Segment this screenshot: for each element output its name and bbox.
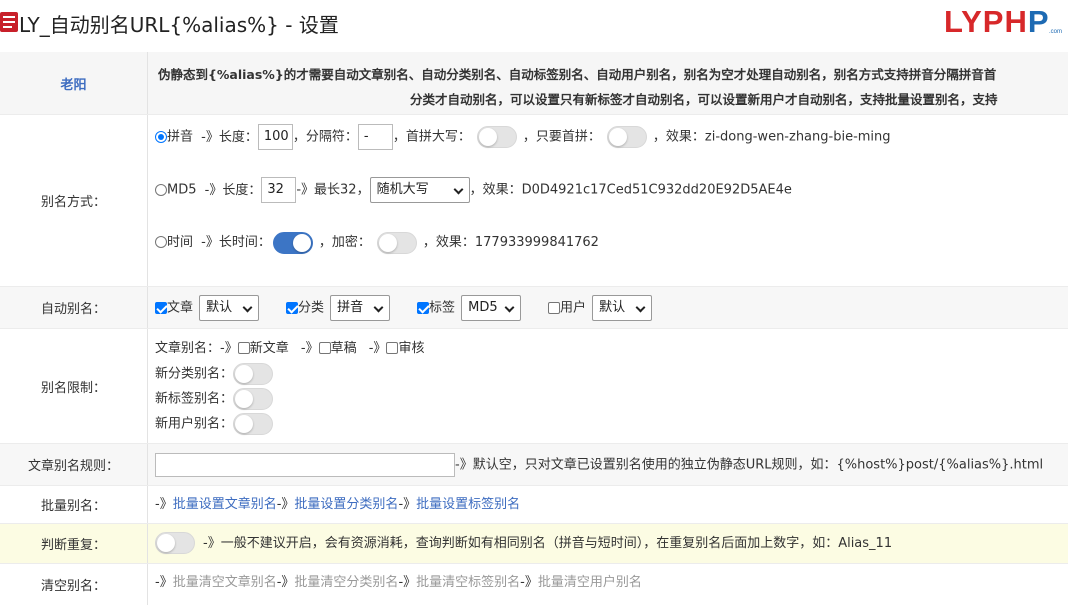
clear-category-link[interactable]: 批量清空分类别名 [294, 575, 398, 590]
alias-rule-label: 文章别名规则： [0, 444, 148, 485]
user-checkbox[interactable] [548, 301, 560, 314]
review-checkbox[interactable] [386, 342, 399, 354]
user-mode-select[interactable]: 默认 [592, 295, 653, 321]
article-limit: 文章别名：-》 新文章 -》 草稿 -》 审核 [155, 341, 425, 356]
alias-rule-row: 文章别名规则： -》默认空，只对文章已设置别名使用的独立伪静态URL规则，如：{… [0, 444, 1068, 486]
pinyin-option: 拼音 -》长度： 100 ，分隔符： - ，首拼大写： ，只要首拼： ，效果：zi-dong… [155, 124, 891, 151]
alias-mode-row: 别名方式： 拼音 -》长度： 100 ，分隔符： - ，首拼大写： ，只要首拼： ，效果：z… [0, 115, 1068, 287]
time-effect: 177933999841762 [474, 235, 599, 250]
category-checkbox[interactable] [286, 301, 298, 314]
md5-label: MD5 [167, 182, 197, 198]
pinyin-label: 拼音 [167, 129, 194, 145]
md5-option: MD5 -》长度： 32 -》最长32， 随机大写 ，效果：D0D4921c17Ced5… [155, 177, 792, 204]
description-line-1: 伪静态到{%alias%}的才需要自动文章别名、自动分类别名、自动标签别名、自动… [158, 67, 997, 82]
duplicate-check-toggle[interactable] [155, 532, 195, 554]
alias-rule-input[interactable] [155, 453, 455, 477]
tag-checkbox[interactable] [417, 301, 429, 314]
article-mode-select[interactable]: 默认 [199, 295, 260, 321]
draft-checkbox[interactable] [318, 342, 331, 354]
auto-alias-label: 自动别名： [0, 287, 148, 328]
pinyin-effect: zi-dong-wen-zhang-bie-ming [704, 129, 891, 145]
auto-alias-article: 文章 默认 [155, 295, 260, 322]
new-tag-limit: 新标签别名： [155, 388, 274, 411]
time-radio[interactable] [155, 236, 167, 248]
batch-alias-row: 批量别名： -》批量设置文章别名-》批量设置分类别名-》批量设置标签别名 [0, 486, 1068, 524]
plugin-description-row: 老阳 伪静态到{%alias%}的才需要自动文章别名、自动分类别名、自动标签别名… [0, 52, 1068, 115]
auto-alias-tag: 标签 MD5 [417, 295, 522, 322]
md5-effect: D0D4921c17Ced51C932dd20E92D5AE4e [521, 182, 792, 198]
description-line-2: 分类才自动别名，可以设置只有新标签才自动别名，可以设置新用户才自动别名，支持批量… [410, 92, 998, 107]
category-mode-select[interactable]: 拼音 [330, 295, 391, 321]
long-time-toggle[interactable] [272, 231, 313, 254]
duplicate-check-hint: -》一般不建议开启，会有资源消耗，查询判断如有相同别名（拼音与短时间），在重复别… [203, 535, 893, 551]
clear-alias-label: 清空别名： [0, 564, 148, 605]
encrypt-toggle[interactable] [376, 231, 417, 254]
app-icon [0, 12, 18, 32]
new-user-toggle[interactable] [233, 413, 274, 435]
page-title: LY_自动别名URL{%alias%} - 设置 [19, 13, 339, 37]
first-letter-only-toggle[interactable] [606, 126, 647, 148]
batch-tag-link[interactable]: 批量设置标签别名 [416, 497, 520, 512]
alias-rule-hint: -》默认空，只对文章已设置别名使用的独立伪静态URL规则，如：{%host%}p… [455, 457, 1044, 473]
clear-user-link[interactable]: 批量清空用户别名 [538, 575, 642, 590]
time-label: 时间 [167, 235, 194, 250]
clear-article-link[interactable]: 批量清空文章别名 [173, 575, 277, 590]
md5-case-select[interactable]: 随机大写 [369, 177, 470, 203]
new-article-checkbox[interactable] [237, 342, 250, 354]
md5-length-input[interactable]: 32 [261, 177, 297, 203]
pinyin-radio[interactable] [155, 130, 167, 143]
batch-category-link[interactable]: 批量设置分类别名 [294, 497, 398, 512]
alias-mode-label: 别名方式： [0, 115, 148, 286]
article-checkbox[interactable] [155, 301, 167, 314]
batch-article-link[interactable]: 批量设置文章别名 [173, 497, 277, 512]
new-user-limit: 新用户别名： [155, 413, 274, 436]
clear-alias-row: 清空别名： -》批量清空文章别名-》批量清空分类别名-》批量清空标签别名-》批量… [0, 564, 1068, 605]
duplicate-check-row: 判断重复： -》一般不建议开启，会有资源消耗，查询判断如有相同别名（拼音与短时间… [0, 524, 1068, 564]
lyphp-logo: LYPHP [944, 4, 1050, 39]
author-link[interactable]: 老阳 [0, 52, 148, 114]
new-category-limit: 新分类别名： [155, 363, 274, 386]
page-header: LY_自动别名URL{%alias%} - 设置 LYPHP .com [0, 0, 1068, 48]
auto-alias-row: 自动别名： 文章 默认 分类 拼音 标签 MD5 用户 默认 [0, 287, 1068, 329]
first-letter-capital-toggle[interactable] [476, 126, 517, 148]
separator-input[interactable]: - [357, 124, 393, 150]
auto-alias-user: 用户 默认 [548, 295, 653, 322]
logo-domain: .com [1049, 29, 1063, 35]
new-category-toggle[interactable] [233, 363, 274, 385]
pinyin-length-input[interactable]: 100 [257, 124, 293, 150]
new-tag-toggle[interactable] [233, 388, 274, 410]
batch-alias-label: 批量别名： [0, 486, 148, 523]
time-option: 时间 -》长时间： ，加密： ，效果：177933999841762 [155, 230, 599, 256]
alias-limit-row: 别名限制： 文章别名：-》 新文章 -》 草稿 -》 审核 新分类别名： 新标签别名：… [0, 329, 1068, 444]
tag-mode-select[interactable]: MD5 [461, 295, 522, 321]
clear-tag-link[interactable]: 批量清空标签别名 [416, 575, 520, 590]
auto-alias-category: 分类 拼音 [286, 295, 391, 322]
alias-limit-label: 别名限制： [0, 329, 148, 443]
md5-radio[interactable] [155, 183, 167, 196]
duplicate-check-label: 判断重复： [0, 524, 148, 563]
